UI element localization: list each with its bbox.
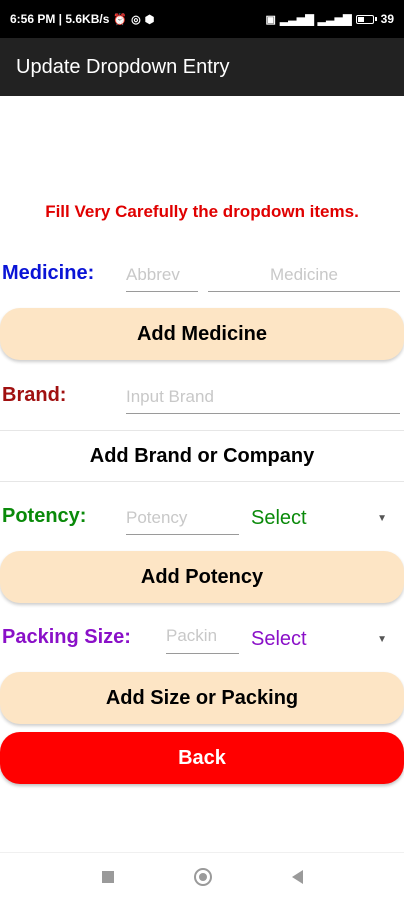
potency-label: Potency: [2,505,87,527]
status-time: 6:56 PM | 5.6KB/s [10,12,110,26]
signal-2-icon: ▂▃▅▇ [317,13,352,26]
packing-select[interactable]: Select ▼ [251,624,391,654]
data-icon: ▣ [265,13,276,26]
home-icon[interactable] [193,868,212,886]
navigation-bar [0,852,404,900]
packing-input[interactable] [166,622,239,654]
potency-input[interactable] [126,505,239,535]
add-potency-button[interactable]: Add Potency [0,551,404,603]
battery-tip-icon [374,17,377,21]
dropdown-arrow-icon: ▼ [377,633,387,645]
status-left: 6:56 PM | 5.6KB/s ⏰ ◎ ⬢ [10,12,154,26]
warning-text: Fill Very Carefully the dropdown items. [45,202,359,221]
add-medicine-button[interactable]: Add Medicine [0,308,404,360]
medicine-label: Medicine: [2,262,95,284]
signal-icon: ▂▃▅▇ [279,13,314,26]
battery-level: 39 [380,12,394,26]
brand-input[interactable] [126,384,400,414]
potency-select[interactable]: Select ▼ [251,503,391,533]
add-brand-button[interactable]: Add Brand or Company [0,430,404,482]
status-right: ▣ ▂▃▅▇ ▂▃▅▇ 39 [266,12,394,26]
battery-icon [355,14,374,24]
packing-label: Packing Size: [2,626,131,648]
potency-select-value: Select [251,506,307,529]
back-button[interactable]: Back [0,732,404,784]
app-bar: Update Dropdown Entry [0,38,404,96]
alarm-icon: ⏰ [113,13,128,26]
status-bar: 6:56 PM | 5.6KB/s ⏰ ◎ ⬢ ▣ ▂▃▅▇ ▂▃▅▇ 39 [0,0,404,38]
medicine-abbrev-input[interactable] [126,262,198,292]
app-bar-title: Update Dropdown Entry [16,55,230,78]
packing-select-value: Select [251,627,307,650]
shield-icon: ⬢ [144,13,155,26]
recents-icon[interactable] [101,871,114,883]
brand-label: Brand: [2,384,67,406]
dropdown-arrow-icon: ▼ [377,512,387,524]
medicine-name-input[interactable] [208,262,400,292]
whatsapp-icon: ◎ [131,13,141,26]
add-packing-button[interactable]: Add Size or Packing [0,672,404,724]
screen: 6:56 PM | 5.6KB/s ⏰ ◎ ⬢ ▣ ▂▃▅▇ ▂▃▅▇ 39 U… [0,0,404,900]
back-nav-icon[interactable] [291,870,303,884]
